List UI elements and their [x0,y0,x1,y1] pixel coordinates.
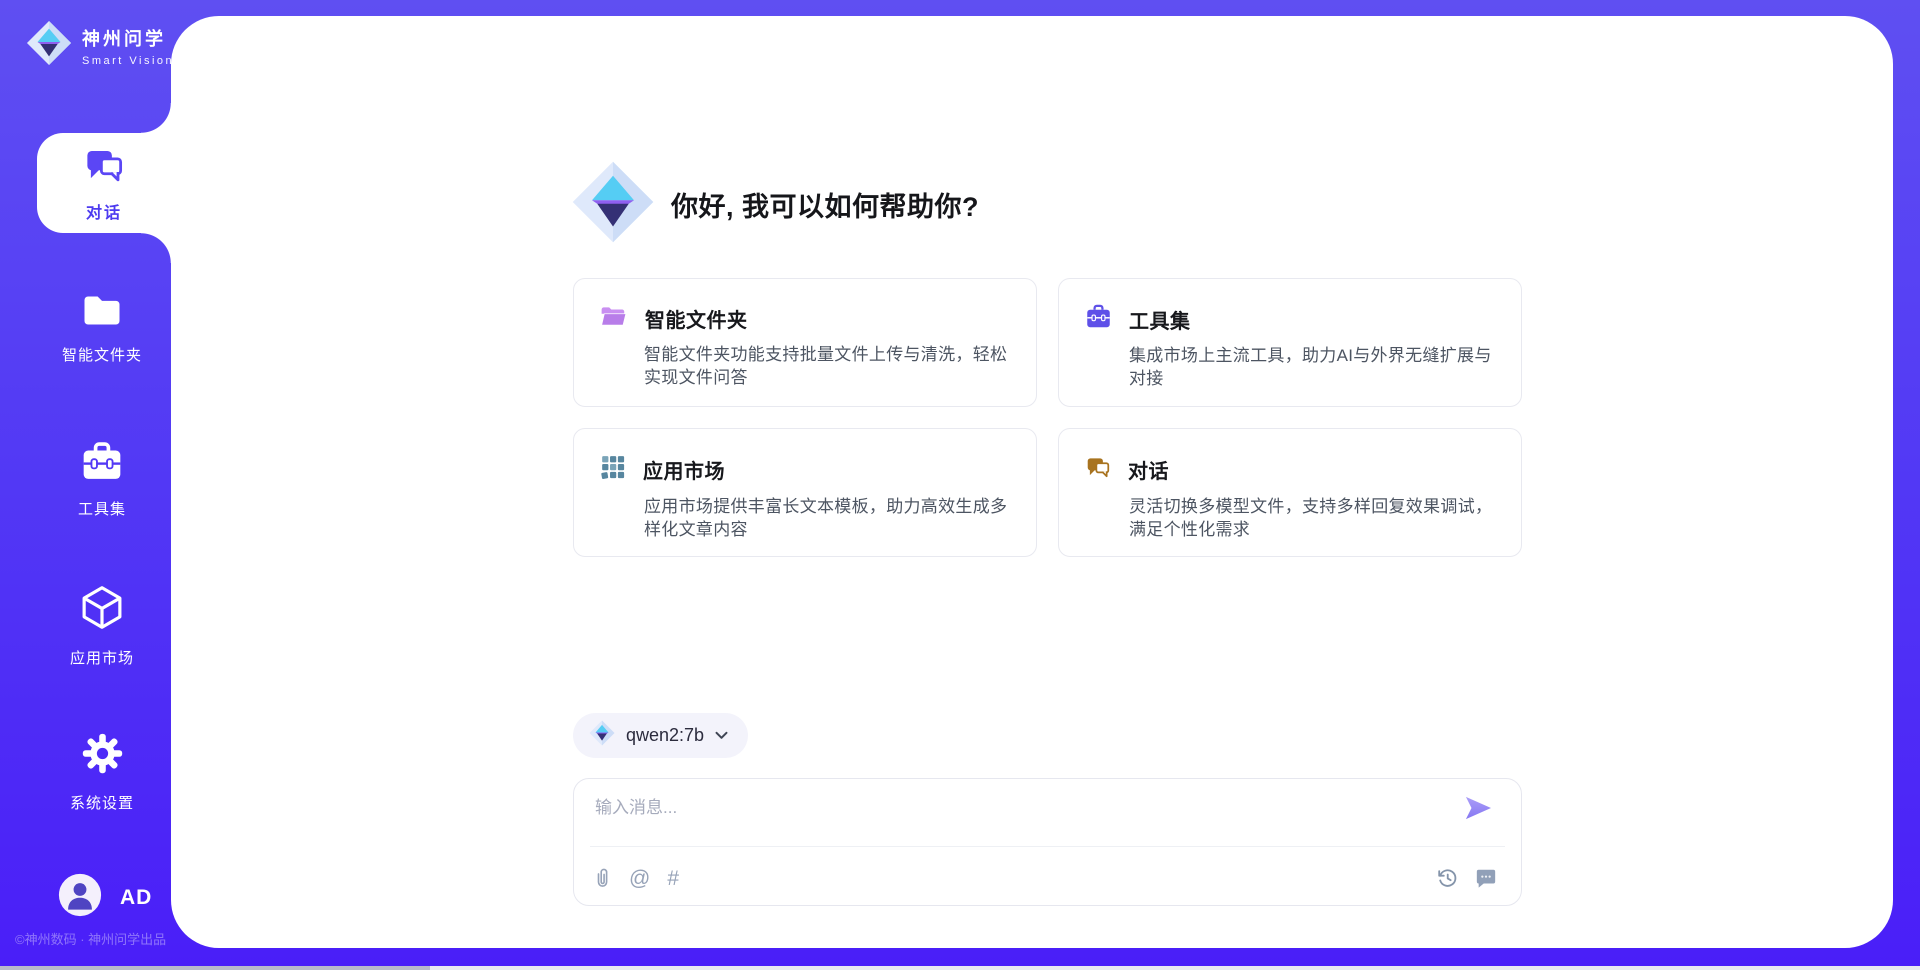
mention-button[interactable]: @ [629,868,650,889]
briefcase-icon [1085,304,1112,334]
chevron-down-icon [715,727,728,745]
chat-filled-icon [1475,867,1497,889]
message-input[interactable] [595,792,1455,824]
card-title: 对话 [1128,455,1169,484]
avatar [58,873,102,922]
paperclip-icon [594,867,612,889]
attach-file-button[interactable] [594,867,612,889]
sidebar-item-label: 工具集 [78,498,126,519]
folder-icon [81,293,123,333]
composer-toolbar: @ # [594,861,1497,895]
scrollbar-thumb[interactable] [0,966,430,970]
user-name: AD [120,886,152,910]
card-title: 智能文件夹 [645,304,748,333]
sidebar-item-label: 系统设置 [70,792,134,813]
chat-bubbles-icon [1085,454,1111,485]
cube-icon [79,584,125,636]
brand-logo-icon [26,20,72,71]
brand[interactable]: 神州问学 Smart Vision [26,20,174,71]
logo-diamond-icon [571,160,655,249]
sidebar-item-label: 对话 [86,199,122,223]
feature-cards: 智能文件夹 智能文件夹功能支持批量文件上传与清洗，轻松实现文件问答 [573,278,1522,557]
gear-icon [80,731,125,781]
model-selector[interactable]: qwen2:7b [573,713,748,758]
card-description: 应用市场提供丰富长文本模板，助力高效生成多样化文章内容 [644,495,1010,542]
sidebar-item-smart-folder[interactable]: 智能文件夹 [28,293,176,365]
card-app-market[interactable]: 应用市场 应用市场提供丰富长文本模板，助力高效生成多样化文章内容 [573,428,1037,557]
card-smart-folder[interactable]: 智能文件夹 智能文件夹功能支持批量文件上传与清洗，轻松实现文件问答 [573,278,1037,407]
sidebar-item-app-market[interactable]: 应用市场 [28,584,176,668]
topic-button[interactable]: # [667,868,679,889]
sidebar-item-toolset[interactable]: 工具集 [28,441,176,519]
greeting: 你好, 我可以如何帮助你? [571,160,979,249]
greeting-title: 你好, 我可以如何帮助你? [671,185,979,224]
sidebar-item-settings[interactable]: 系统设置 [28,731,176,813]
history-icon [1436,867,1458,889]
sidebar-item-label: 应用市场 [70,647,134,668]
copyright-text: ©神州数码 · 神州问学出品 [15,929,166,948]
card-description: 灵活切换多模型文件，支持多样回复效果调试，满足个性化需求 [1129,495,1495,542]
user-profile[interactable]: AD [58,873,152,922]
brand-subtitle: Smart Vision [82,55,174,67]
card-description: 集成市场上主流工具，助力AI与外界无缝扩展与对接 [1129,344,1495,391]
send-button[interactable] [1463,795,1493,823]
app-window: 神州问学 Smart Vision 对话 智能文件夹 [0,0,1920,970]
card-title: 应用市场 [643,455,725,484]
logo-diamond-icon [589,720,615,751]
chat-bubbles-icon [83,144,125,191]
card-chat[interactable]: 对话 灵活切换多模型文件，支持多样回复效果调试，满足个性化需求 [1058,428,1522,557]
brand-name: 神州问学 [82,25,174,51]
horizontal-scrollbar[interactable] [0,966,1920,970]
message-composer: @ # [573,778,1522,906]
history-button[interactable] [1436,867,1458,889]
composer-divider [590,846,1505,847]
card-title: 工具集 [1129,305,1191,334]
app-grid-icon [600,454,626,485]
chat-panel-button[interactable] [1475,867,1497,889]
briefcase-icon [80,441,124,487]
folder-open-icon [600,305,628,333]
send-arrow-icon [1463,795,1493,821]
sidebar-item-chat[interactable]: 对话 [37,133,171,233]
sidebar-item-label: 智能文件夹 [62,344,142,365]
model-name: qwen2:7b [626,725,704,746]
card-description: 智能文件夹功能支持批量文件上传与清洗，轻松实现文件问答 [644,343,1010,390]
card-toolset[interactable]: 工具集 集成市场上主流工具，助力AI与外界无缝扩展与对接 [1058,278,1522,407]
